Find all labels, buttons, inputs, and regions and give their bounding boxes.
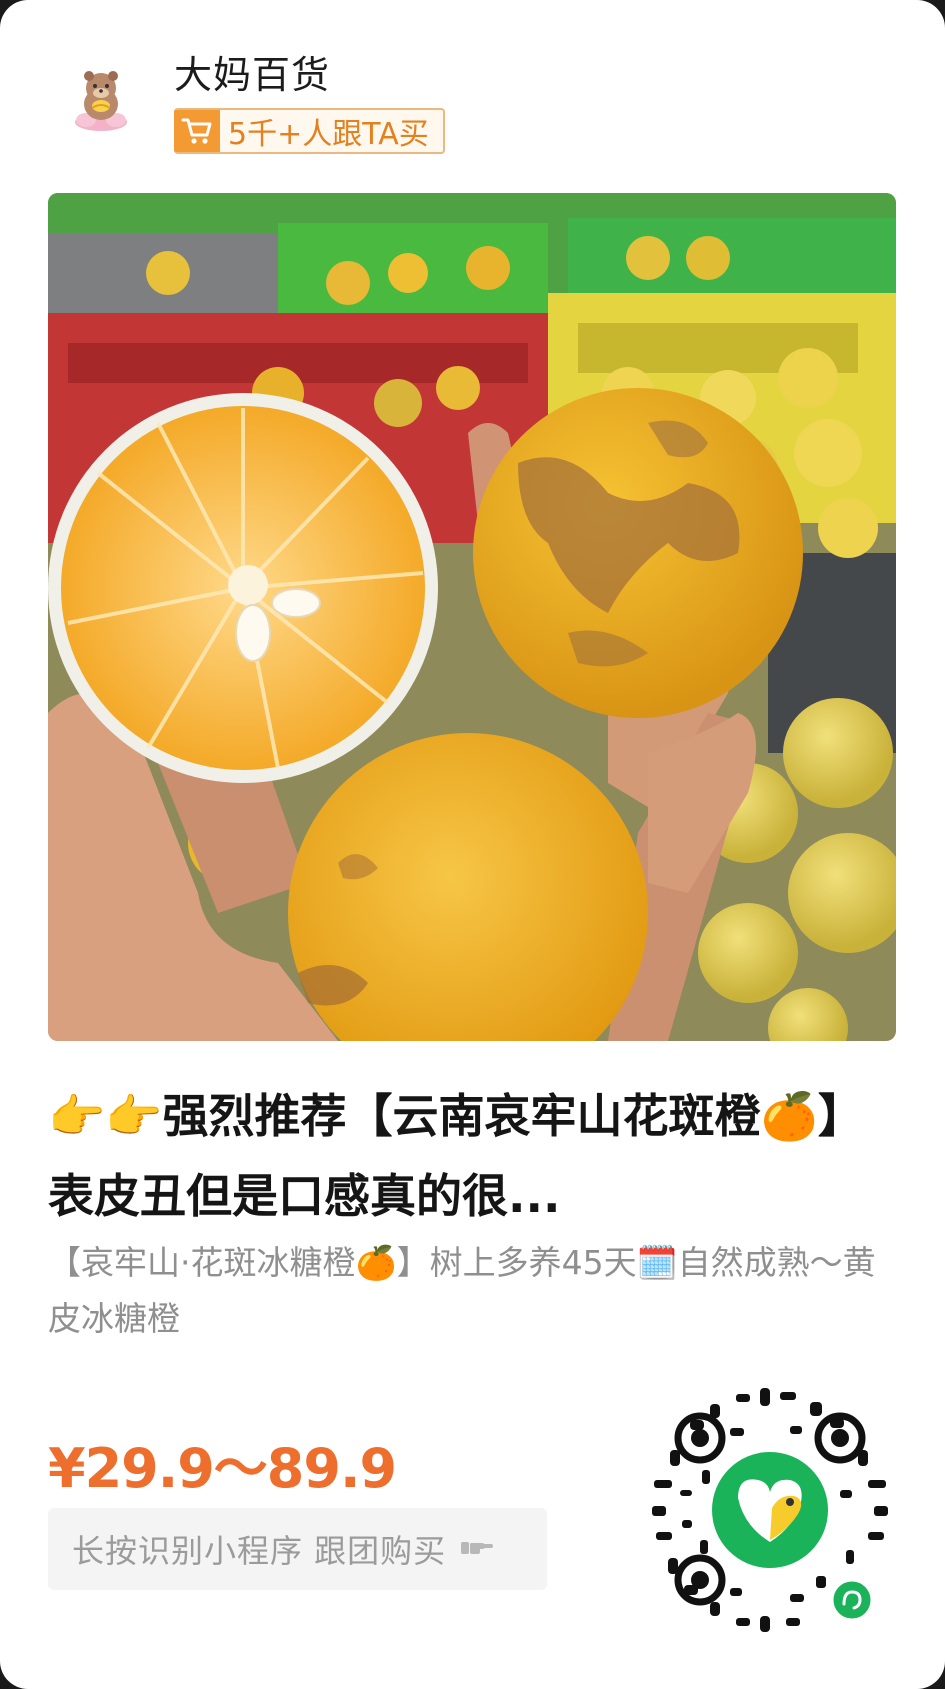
price-range: ¥29.9～89.9 xyxy=(48,1437,397,1500)
product-photo[interactable] xyxy=(48,193,896,1041)
cta-label: 长按识别小程序 跟团购买 xyxy=(72,1532,447,1570)
mini-program-qr-code[interactable] xyxy=(640,1380,900,1640)
shop-name[interactable]: 大妈百货 xyxy=(174,44,330,99)
follow-badge: 5千+人跟TA买 xyxy=(174,108,445,154)
product-title[interactable]: 👉👉强烈推荐【云南哀牢山花斑橙🍊】表皮丑但是口感真的很... xyxy=(48,1076,898,1236)
bear-mascot-icon xyxy=(75,71,127,131)
shopping-cart-icon xyxy=(174,110,220,152)
product-subtitle: 【哀牢山·花斑冰糖橙🍊】树上多养45天🗓️自然成熟～黄皮冰糖橙 xyxy=(48,1243,876,1338)
share-card: 大妈百货 5千+人跟TA买 👉👉强烈推荐【云南哀牢山花斑橙🍊】表皮丑但是口感真的… xyxy=(0,0,945,1689)
hand-point-right-icon xyxy=(460,1536,494,1562)
long-press-cta[interactable]: 长按识别小程序 跟团购买 xyxy=(48,1508,547,1590)
follow-count-text: 5千+人跟TA买 xyxy=(228,117,429,152)
shop-avatar[interactable] xyxy=(70,64,132,134)
